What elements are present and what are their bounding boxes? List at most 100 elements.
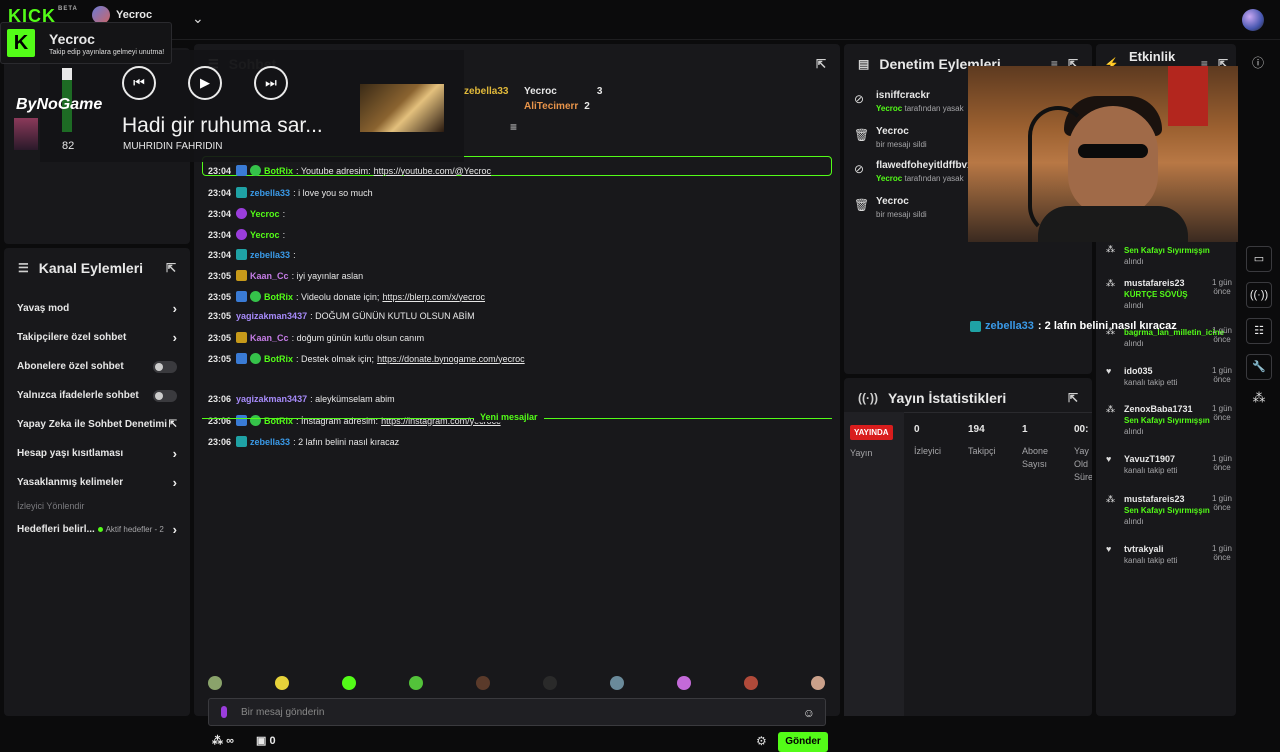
list-icon[interactable]: ☷ (1246, 318, 1272, 344)
kick-badge-icon (970, 320, 981, 332)
points-icon: ⁂ (1106, 278, 1115, 288)
message-link[interactable]: https://youtube.com/@Yecroc (374, 166, 491, 176)
message-text: : (282, 229, 286, 240)
follow-popup: K Yecroc Takip edip yayınlara gelmeyi un… (0, 22, 172, 64)
heart-icon: ♥ (1106, 366, 1112, 376)
message-text: : doğum günün kutlu olsun canım (291, 332, 425, 343)
channel-action-item[interactable]: Yalnızca ifadelerle sohbet (4, 381, 190, 410)
emoji-icon[interactable]: ☺ (803, 706, 815, 720)
channel-action-item[interactable]: Yapay Zeka ile Sohbet Denetimi ⇱ (4, 410, 190, 439)
emote-icon[interactable] (476, 676, 490, 690)
chevron-right-icon[interactable]: › (173, 446, 177, 461)
points-icon[interactable]: ⁂ (1246, 390, 1272, 406)
webcam-feed (968, 66, 1238, 242)
message-username[interactable]: zebella33 (250, 437, 290, 447)
message-text: : DOĞUM GÜNÜN KUTLU OLSUN ABİM (310, 311, 475, 321)
emote-icon[interactable] (342, 676, 356, 690)
message-text: : Videolu donate için; (296, 291, 380, 302)
activity-time: 1 gün önce (1211, 494, 1233, 512)
chat-message: 23:06 BotRix: İnstagram adresim: https://… (208, 415, 501, 426)
next-icon[interactable]: ⏭ (254, 66, 288, 100)
heart-icon: ♥ (1106, 454, 1112, 464)
top-user-1[interactable]: zebella33 (464, 86, 508, 97)
chevron-right-icon[interactable]: › (173, 301, 177, 316)
channel-action-label: Yasaklanmış kelimeler (17, 477, 124, 488)
volume-fill (62, 68, 72, 80)
emote-icon[interactable] (677, 676, 691, 690)
moderation-icon: ▤ (858, 57, 870, 71)
chat-message: 23:06 zebella33: 2 lafın belini nasıl kır… (208, 436, 399, 447)
message-text: : i love you so much (293, 187, 373, 198)
message-username[interactable]: Yecroc (250, 209, 280, 219)
message-username[interactable]: BotRix (264, 416, 293, 426)
chevron-down-icon[interactable]: ⌄ (192, 10, 204, 27)
message-username[interactable]: BotRix (264, 354, 293, 364)
channel-action-label: Yapay Zeka ile Sohbet Denetimi (17, 419, 168, 430)
moderation-item[interactable]: ⊘ isniffcrackr Yecroc tarafından yasak (854, 90, 964, 113)
message-username[interactable]: Kaan_Cc (250, 333, 289, 343)
music-player: 82 ⏮ ▶ ⏭ Hadi gir ruhuma sar... MUHRIDIN… (40, 50, 464, 162)
broadcast-icon[interactable]: ((·)) (1246, 282, 1272, 308)
user-avatar[interactable] (1242, 9, 1264, 31)
chevron-right-icon[interactable]: › (173, 475, 177, 490)
wrench-icon[interactable]: 🔧 (1246, 354, 1272, 380)
expand-icon[interactable]: ≡ (510, 120, 517, 134)
popout-icon[interactable]: ⇱ (816, 57, 826, 71)
emote-icon[interactable] (543, 676, 557, 690)
toggle-switch[interactable] (153, 389, 177, 402)
send-button[interactable]: Gönder (778, 732, 828, 752)
message-link[interactable]: https://donate.bynogame.com/yecroc (377, 354, 525, 364)
previous-icon[interactable]: ⏮ (122, 66, 156, 100)
emote-icon[interactable] (409, 676, 423, 690)
channel-action-item[interactable]: Takipçilere özel sohbet › (4, 323, 190, 352)
top-user-3[interactable]: AliTecimerr 2 (524, 101, 590, 112)
toggle-switch[interactable] (153, 360, 177, 373)
message-text: : İnstagram adresim: (296, 415, 379, 426)
chat-bubble-icon[interactable]: ▭ (1246, 246, 1272, 272)
emote-icon[interactable] (208, 676, 222, 690)
chat-input[interactable]: Bir mesaj gönderin ☺ (208, 698, 826, 726)
stat-viewers: 0 İzleyici (914, 424, 942, 456)
external-link-icon[interactable]: ⇱ (169, 419, 177, 430)
activity-desc: alındı (1124, 257, 1144, 266)
top-user-2[interactable]: Yecroc 3 (524, 86, 602, 97)
emote-icon[interactable] (744, 676, 758, 690)
section-label: İzleyici Yönlendir (17, 501, 85, 511)
channel-action-item[interactable]: Yavaş mod › (4, 294, 190, 323)
moderation-target: Yecroc (876, 126, 909, 137)
message-link[interactable]: https://blerp.com/x/yecroc (382, 292, 485, 302)
message-username[interactable]: zebella33 (250, 188, 290, 198)
goals-item[interactable]: Hedefleri belirl... Aktif hedefler - 2 › (4, 515, 190, 544)
message-username[interactable]: Yecroc (250, 230, 280, 240)
emote-icon[interactable] (610, 676, 624, 690)
message-username[interactable]: zebella33 (250, 250, 290, 260)
channel-action-item[interactable]: Yasaklanmış kelimeler › (4, 468, 190, 497)
message-text: : Youtube adresim: (296, 165, 371, 176)
message-username[interactable]: yagizakman3437 (236, 311, 307, 321)
channel-action-item[interactable]: Abonelere özel sohbet (4, 352, 190, 381)
moderation-item[interactable]: 🗑 Yecroc bir mesajı sildi (854, 196, 927, 219)
chat-message: 23:05 BotRix: Videolu donate için; https:… (208, 291, 485, 302)
channel-name: Yecroc (116, 9, 153, 21)
points-icon: ⁂ (1106, 404, 1115, 414)
chevron-right-icon[interactable]: › (173, 330, 177, 345)
message-username[interactable]: Kaan_Cc (250, 271, 289, 281)
emote-icon[interactable] (811, 676, 825, 690)
message-username[interactable]: BotRix (264, 292, 293, 302)
popout-icon[interactable]: ⇱ (166, 261, 176, 275)
drops-display[interactable]: ▣ 0 (256, 734, 276, 747)
message-username[interactable]: BotRix (264, 166, 293, 176)
moderation-item[interactable]: ⊘ flawedfoheyitldffbvx Yecroc tarafından y… (854, 160, 973, 183)
moderation-item[interactable]: 🗑 Yecroc bir mesajı sildi (854, 126, 927, 149)
moderation-action: Yecroc tarafından yasak (876, 174, 964, 183)
popout-icon[interactable]: ⇱ (1068, 391, 1078, 405)
emote-icon[interactable] (275, 676, 289, 690)
info-icon[interactable]: ⓘ (1252, 54, 1264, 71)
user-badge-icon (236, 291, 248, 302)
user-badge-icon (236, 436, 248, 447)
channel-action-item[interactable]: Hesap yaşı kısıtlaması › (4, 439, 190, 468)
play-icon[interactable]: ▶ (188, 66, 222, 100)
points-display[interactable]: ⁂ ∞ (212, 734, 234, 747)
settings-icon[interactable]: ⚙ (756, 734, 767, 748)
message-username[interactable]: yagizakman3437 (236, 394, 307, 404)
